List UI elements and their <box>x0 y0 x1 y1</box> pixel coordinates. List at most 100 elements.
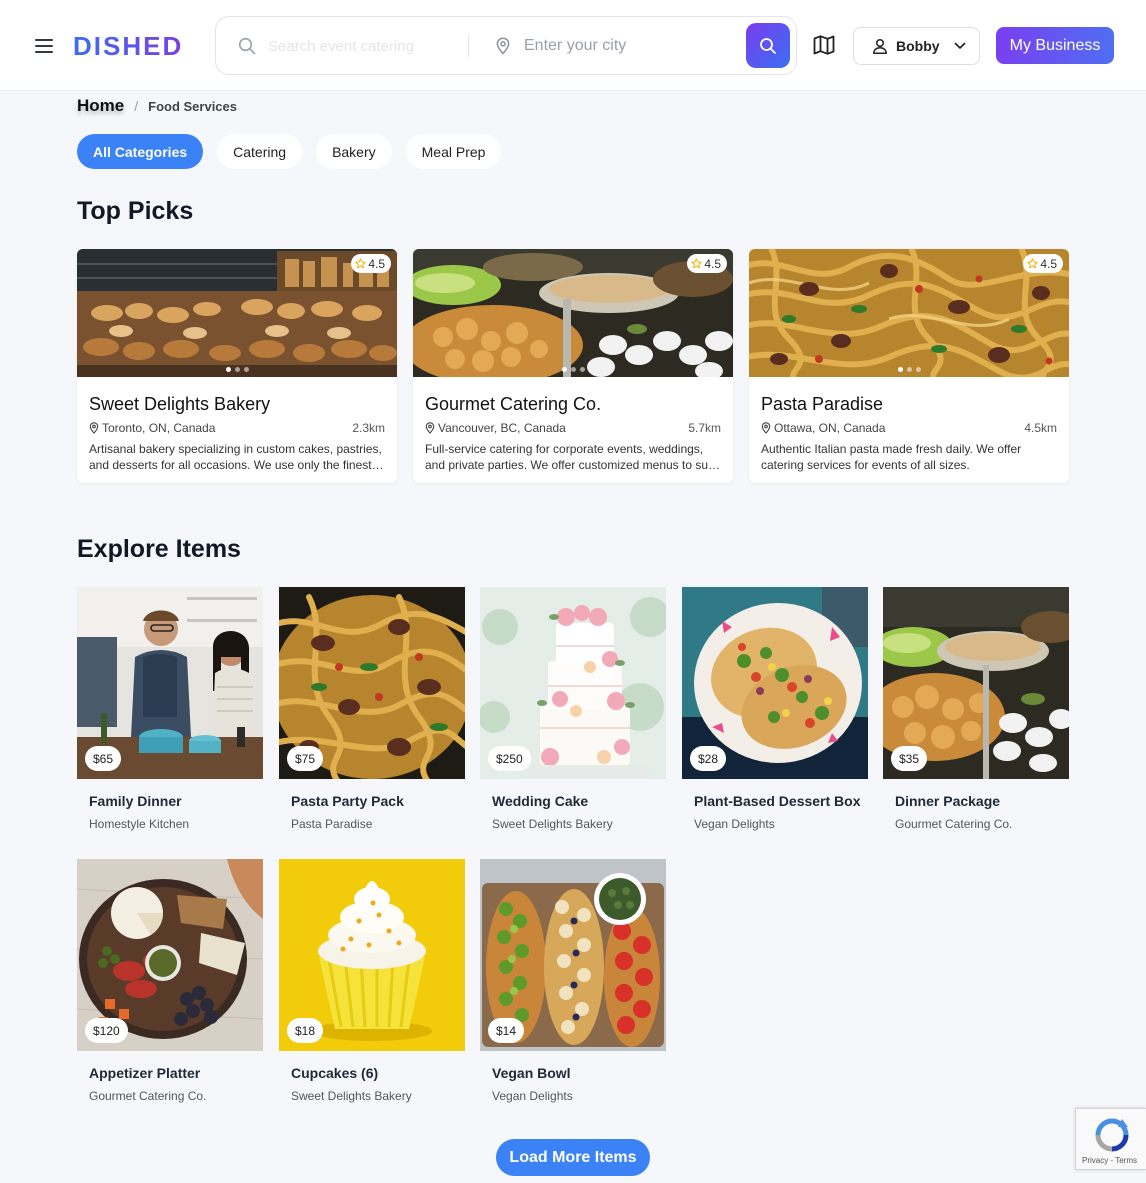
price-badge: $14 <box>488 1018 525 1043</box>
item-seller: Sweet Delights Bakery <box>291 1089 412 1103</box>
rating-badge: 4.5 <box>1023 254 1063 273</box>
user-menu-button[interactable]: Bobby <box>853 27 980 65</box>
price-badge: $35 <box>891 746 928 771</box>
map-pin-icon <box>89 422 99 434</box>
carousel-dots[interactable] <box>749 367 1069 372</box>
item-image: $75 <box>279 587 465 779</box>
item-seller: Homestyle Kitchen <box>89 817 190 831</box>
business-name: Gourmet Catering Co. <box>425 394 602 414</box>
carousel-dots[interactable] <box>77 367 397 372</box>
item-name: Plant-Based Dessert Box <box>694 793 861 809</box>
brand-logo[interactable]: DISHED <box>73 31 183 62</box>
map-pin-icon <box>495 37 511 60</box>
hamburger-menu-icon[interactable] <box>35 39 53 53</box>
item-image: $250 <box>480 587 666 779</box>
price-badge: $75 <box>287 746 324 771</box>
item-image: $35 <box>883 587 1069 779</box>
item-seller: Gourmet Catering Co. <box>89 1089 207 1103</box>
item-card[interactable]: $28 Plant-Based Dessert Box Vegan Deligh… <box>682 587 868 831</box>
item-name: Family Dinner <box>89 793 182 809</box>
top-pick-card[interactable]: 4.5 Sweet Delights Bakery Toronto, ON, C… <box>77 249 397 483</box>
item-name: Appetizer Platter <box>89 1065 201 1081</box>
top-pick-card[interactable]: 4.5 Gourmet Catering Co. Vancouver, BC, … <box>413 249 733 483</box>
card-image: 4.5 <box>749 249 1069 377</box>
category-filter: All Categories Catering Bakery Meal Prep <box>77 134 502 169</box>
item-card[interactable]: $250 Wedding Cake Sweet Delights Bakery <box>480 587 666 831</box>
item-name: Cupcakes (6) <box>291 1065 379 1081</box>
business-location: Ottawa, ON, Canada <box>761 421 885 435</box>
search-divider <box>468 35 469 57</box>
location-text: Vancouver, BC, Canada <box>438 421 566 435</box>
star-icon <box>691 258 702 269</box>
recaptcha-logo-icon <box>1095 1118 1129 1152</box>
item-card[interactable]: $75 Pasta Party Pack Pasta Paradise <box>279 587 465 831</box>
top-picks-heading: Top Picks <box>77 197 194 225</box>
category-pill-all[interactable]: All Categories <box>77 134 204 169</box>
map-pin-icon <box>425 422 435 434</box>
search-submit-button[interactable] <box>746 23 790 68</box>
item-card[interactable]: $65 Family Dinner Homestyle Kitchen <box>77 587 263 831</box>
category-pill-catering[interactable]: Catering <box>217 134 303 169</box>
top-pick-card[interactable]: 4.5 Pasta Paradise Ottawa, ON, Canada 4.… <box>749 249 1069 483</box>
business-description: Full-service catering for corporate even… <box>425 442 715 472</box>
business-distance: 2.3km <box>352 421 385 435</box>
card-image: 4.5 <box>413 249 733 377</box>
load-more-button[interactable]: Load More Items <box>496 1139 650 1176</box>
recaptcha-privacy-link[interactable]: Privacy <box>1082 1156 1108 1165</box>
map-icon[interactable] <box>813 35 835 60</box>
business-distance: 4.5km <box>1024 421 1057 435</box>
item-seller: Vegan Delights <box>492 1089 573 1103</box>
recaptcha-links: Privacy - Terms <box>1082 1156 1137 1165</box>
star-icon <box>1027 258 1038 269</box>
search-bar <box>215 16 797 75</box>
my-business-button[interactable]: My Business <box>996 27 1114 64</box>
item-name: Dinner Package <box>895 793 1001 809</box>
recaptcha-badge[interactable]: Privacy - Terms <box>1075 1108 1146 1170</box>
location-input[interactable] <box>524 34 724 58</box>
item-name: Wedding Cake <box>492 793 589 809</box>
location-text: Ottawa, ON, Canada <box>774 421 886 435</box>
item-seller: Sweet Delights Bakery <box>492 817 613 831</box>
user-icon <box>873 38 887 54</box>
business-name: Sweet Delights Bakery <box>89 394 271 414</box>
item-card[interactable]: $120 Appetizer Platter Gourmet Catering … <box>77 859 263 1103</box>
rating-badge: 4.5 <box>351 254 391 273</box>
rating-value: 4.5 <box>368 256 385 271</box>
price-badge: $65 <box>85 746 122 771</box>
business-description: Authentic Italian pasta made fresh daily… <box>761 442 1022 472</box>
price-badge: $18 <box>287 1018 324 1043</box>
item-card[interactable]: $14 Vegan Bowl Vegan Delights <box>480 859 666 1103</box>
business-name: Pasta Paradise <box>761 394 884 414</box>
item-image: $14 <box>480 859 666 1051</box>
item-seller: Gourmet Catering Co. <box>895 817 1013 831</box>
rating-value: 4.5 <box>1040 256 1057 271</box>
recaptcha-terms-link[interactable]: Terms <box>1115 1156 1137 1165</box>
card-image: 4.5 <box>77 249 397 377</box>
item-card[interactable]: $18 Cupcakes (6) Sweet Delights Bakery <box>279 859 465 1103</box>
breadcrumb-home-link[interactable]: Home <box>77 96 124 116</box>
item-card[interactable]: $35 Dinner Package Gourmet Catering Co. <box>883 587 1069 831</box>
breadcrumb-separator: / <box>134 98 139 114</box>
item-image: $18 <box>279 859 465 1051</box>
item-seller: Vegan Delights <box>694 817 775 831</box>
item-name: Pasta Party Pack <box>291 793 404 809</box>
category-pill-bakery[interactable]: Bakery <box>316 134 392 169</box>
search-input[interactable] <box>268 34 458 58</box>
chevron-down-icon <box>954 42 965 49</box>
rating-value: 4.5 <box>704 256 721 271</box>
rating-badge: 4.5 <box>687 254 727 273</box>
user-name: Bobby <box>896 38 940 54</box>
item-image: $28 <box>682 587 868 779</box>
map-pin-icon <box>761 422 771 434</box>
top-nav: DISHED Bobby My Business <box>0 0 1146 91</box>
business-location: Toronto, ON, Canada <box>89 421 215 435</box>
item-image: $120 <box>77 859 263 1051</box>
business-location: Vancouver, BC, Canada <box>425 421 566 435</box>
price-badge: $120 <box>85 1018 128 1043</box>
breadcrumb: Home / Food Services <box>77 96 237 116</box>
item-seller: Pasta Paradise <box>291 817 373 831</box>
category-pill-meal-prep[interactable]: Meal Prep <box>405 134 502 169</box>
carousel-dots[interactable] <box>413 367 733 372</box>
star-icon <box>355 258 366 269</box>
breadcrumb-current: Food Services <box>148 98 237 114</box>
